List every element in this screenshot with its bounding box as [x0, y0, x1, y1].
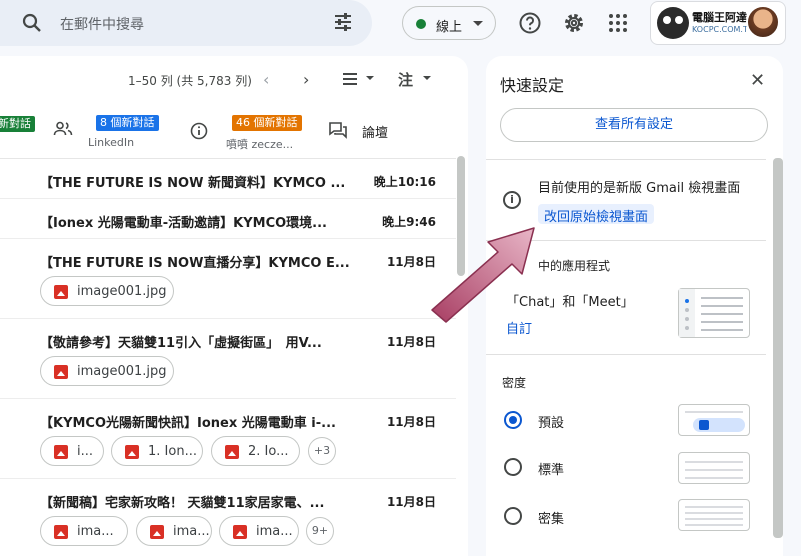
image-file-icon — [233, 525, 247, 539]
attachment-name: image001.jpg — [77, 284, 167, 299]
more-attachments-button[interactable]: +3 — [308, 437, 336, 465]
panel-title: 快速設定 — [500, 76, 565, 95]
email-subject: 【KYMCO光陽新聞快訊】Ionex 光陽電動車 i-... — [40, 416, 336, 431]
density-label: 密集 — [538, 512, 565, 527]
density-compact-radio[interactable] — [504, 507, 522, 525]
attachment-chip[interactable]: ima... — [40, 516, 128, 546]
help-icon[interactable] — [518, 11, 542, 35]
attachment-chip[interactable]: 2. Io... — [211, 436, 300, 466]
image-file-icon — [54, 285, 68, 299]
image-file-icon — [150, 525, 164, 539]
tab-label: 論壇 — [362, 126, 389, 141]
email-subject: 【THE FUTURE IS NOW 新聞資料】KYMCO ... — [40, 176, 346, 191]
search-icon[interactable] — [22, 13, 42, 37]
email-subject: 【THE FUTURE IS NOW直播分享】KYMCO E... — [40, 256, 350, 271]
view-toggle-button[interactable] — [343, 70, 375, 88]
email-time: 11月8日 — [386, 495, 436, 509]
density-label: 標準 — [538, 463, 565, 478]
search-input[interactable]: 在郵件中搜尋 — [60, 14, 144, 34]
divider — [486, 354, 766, 355]
version-text: 目前使用的是新版 Gmail 檢視畫面 — [538, 181, 741, 196]
email-row[interactable]: 【THE FUTURE IS NOW 新聞資料】KYMCO ... 晚上10:1… — [0, 159, 456, 199]
status-label: 線上 — [436, 20, 463, 35]
brand-title: 電腦王阿達 — [692, 11, 747, 24]
apps-heading: 中的應用程式 — [538, 259, 611, 273]
density-default-radio[interactable] — [504, 411, 522, 429]
attachment-chip[interactable]: 1. Ion... — [111, 436, 203, 466]
search-options-icon[interactable] — [333, 12, 353, 36]
density-default-thumbnail[interactable] — [678, 404, 750, 436]
image-file-icon — [54, 365, 68, 379]
status-selector[interactable]: 線上 — [402, 6, 496, 40]
apps-grid-icon[interactable] — [606, 11, 630, 35]
revert-view-link[interactable]: 改回原始檢視畫面 — [538, 204, 655, 225]
image-file-icon — [54, 525, 68, 539]
gear-icon[interactable] — [562, 11, 586, 35]
email-row[interactable]: 【敬請參考】天貓雙11引入「虛擬街區」 用V... 11月8日 image001… — [0, 319, 456, 399]
avatar[interactable] — [746, 5, 780, 39]
attachment-name: ima... — [173, 524, 210, 539]
tab-social[interactable]: 新對話 — [0, 114, 40, 154]
chevron-down-icon — [473, 21, 483, 26]
email-time: 11月8日 — [386, 415, 436, 429]
email-row[interactable]: 【Ionex 光陽電動車-活動邀請】KYMCO環境... 晚上9:46 — [0, 199, 456, 239]
attachment-chip[interactable]: i... — [40, 436, 104, 466]
attachment-name: 1. Ion... — [148, 444, 197, 459]
pagination-text: 1–50 列 (共 5,783 列) — [128, 74, 252, 88]
search-bar[interactable]: 在郵件中搜尋 — [0, 0, 372, 46]
tab-sender: LinkedIn — [88, 136, 135, 149]
note-label: 注 — [398, 71, 414, 89]
brand-logo — [657, 7, 689, 39]
people-icon — [53, 121, 73, 141]
email-row[interactable]: 【KYMCO光陽新聞快訊】Ionex 光陽電動車 i-... 11月8日 i..… — [0, 399, 456, 479]
scrollbar[interactable] — [773, 158, 783, 538]
new-count-badge: 46 個新對話 — [232, 115, 302, 131]
chevron-left-icon[interactable]: ‹ — [263, 70, 269, 89]
chevron-right-icon[interactable]: › — [303, 70, 309, 89]
annotation-arrow — [431, 227, 535, 323]
new-count-badge: 8 個新對話 — [96, 115, 159, 131]
email-subject: 【敬請參考】天貓雙11引入「虛擬街區」 用V... — [40, 336, 322, 351]
density-standard-radio[interactable] — [504, 458, 522, 476]
email-subject: 【Ionex 光陽電動車-活動邀請】KYMCO環境... — [40, 216, 327, 231]
attachment-name: ima... — [77, 524, 114, 539]
attachment-chip[interactable]: image001.jpg — [40, 356, 174, 386]
email-row[interactable]: 【新聞稿】宅家新攻略！ 天貓雙11家居家電、... 11月8日 ima... i… — [0, 479, 456, 556]
attachment-chip[interactable]: ima... — [136, 516, 212, 546]
email-subject: 【新聞稿】宅家新攻略！ 天貓雙11家居家電、... — [40, 496, 325, 511]
density-label: 預設 — [538, 416, 565, 431]
divider — [486, 159, 766, 160]
forum-icon — [328, 121, 348, 143]
image-file-icon — [125, 445, 139, 459]
email-time: 11月8日 — [386, 335, 436, 349]
input-tools-button[interactable]: 注 — [398, 69, 431, 90]
attachment-chip[interactable]: ima... — [219, 516, 299, 546]
density-heading: 密度 — [502, 376, 527, 390]
image-file-icon — [54, 445, 68, 459]
image-file-icon — [225, 445, 239, 459]
attachment-name: ima... — [256, 524, 293, 539]
attachment-name: image001.jpg — [77, 364, 167, 379]
new-count-badge: 新對話 — [0, 116, 35, 132]
apps-layout-thumbnail[interactable] — [678, 288, 750, 338]
tab-forums[interactable]: 論壇 — [324, 114, 404, 154]
see-all-settings-button[interactable]: 查看所有設定 — [500, 108, 768, 142]
mail-list-panel: 1–50 列 (共 5,783 列) ‹ › 注 新對話 8 個新對話 Link… — [0, 56, 468, 556]
density-standard-thumbnail[interactable] — [678, 452, 750, 484]
email-row[interactable]: 【THE FUTURE IS NOW直播分享】KYMCO E... 11月8日 … — [0, 239, 456, 319]
attachment-name: i... — [77, 444, 94, 459]
attachment-name: 2. Io... — [248, 444, 289, 459]
info-icon — [190, 122, 208, 144]
close-icon[interactable]: ✕ — [750, 70, 765, 91]
info-icon: i — [503, 191, 521, 209]
online-dot — [416, 19, 426, 29]
email-time: 晚上10:16 — [373, 175, 436, 189]
tab-sender: 噴噴 zecze... — [226, 138, 294, 151]
density-compact-thumbnail[interactable] — [678, 499, 750, 531]
tab-updates[interactable]: 46 個新對話 噴噴 zecze... — [188, 114, 302, 154]
attachment-chip[interactable]: image001.jpg — [40, 276, 174, 306]
tab-linkedin[interactable]: 8 個新對話 LinkedIn — [50, 114, 170, 154]
more-attachments-button[interactable]: 9+ — [306, 517, 334, 545]
